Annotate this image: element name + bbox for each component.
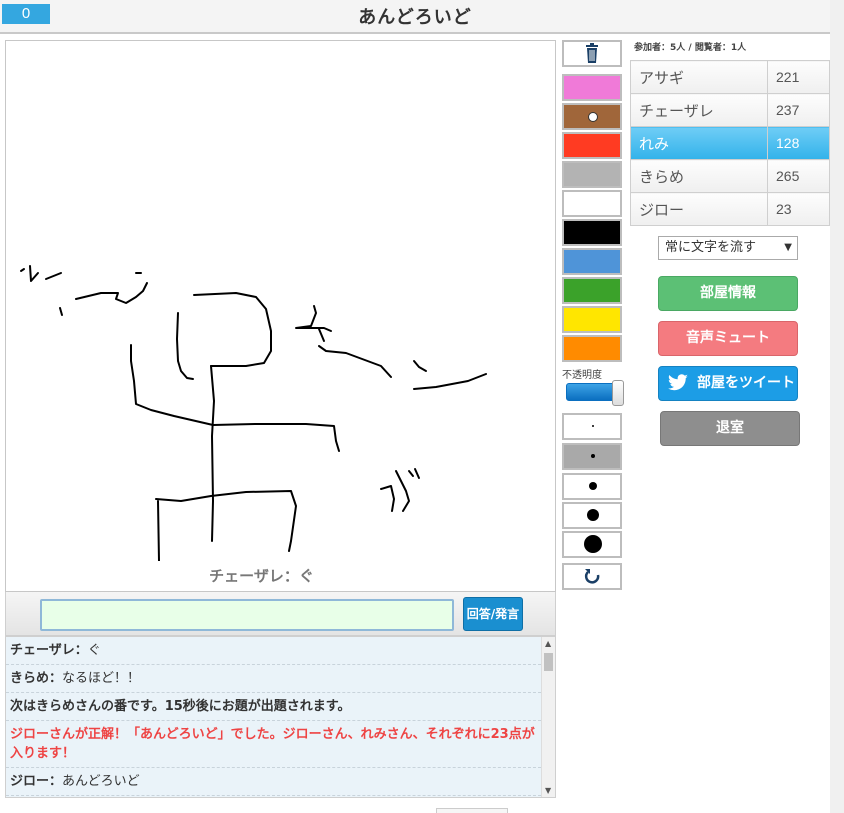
twitter-bird-icon bbox=[668, 374, 688, 391]
color-swatch-white[interactable] bbox=[562, 190, 622, 217]
scroll-thumb[interactable] bbox=[544, 653, 553, 671]
header-bar: 0 あんどろいど bbox=[0, 0, 830, 34]
room-info-button[interactable]: 部屋情報 bbox=[658, 276, 798, 311]
selected-indicator bbox=[588, 112, 598, 122]
player-row: きらめ 265 bbox=[630, 159, 830, 193]
player-panel: 参加者：5人 / 閲覧者：1人 アサギ 221 チェーザレ 237 れみ 128… bbox=[630, 40, 830, 226]
page-margin bbox=[830, 0, 844, 813]
color-swatch-gray[interactable] bbox=[562, 161, 622, 188]
clear-canvas-button[interactable] bbox=[562, 40, 622, 67]
text-flow-value: 常に文字を流す bbox=[665, 240, 757, 255]
player-score: 23 bbox=[767, 192, 830, 226]
player-score: 237 bbox=[767, 93, 830, 127]
audio-mute-button[interactable]: 音声ミュート bbox=[658, 321, 798, 356]
chat-message: なるほど！！ bbox=[62, 671, 141, 686]
color-swatch-yellow[interactable] bbox=[562, 306, 622, 333]
scroll-down-icon[interactable]: ▼ bbox=[545, 786, 551, 795]
brush-size-m[interactable] bbox=[562, 473, 622, 500]
chat-line: ジロー：あんどろいど bbox=[6, 768, 541, 796]
color-swatch-black[interactable] bbox=[562, 219, 622, 246]
player-row: チェーザレ 237 bbox=[630, 93, 830, 127]
drawer-caption: チェーザレ：ぐ bbox=[209, 567, 314, 585]
color-swatch-pink[interactable] bbox=[562, 74, 622, 101]
player-row: アサギ 221 bbox=[630, 60, 830, 94]
chat-sender: ジロー： bbox=[10, 774, 63, 789]
opacity-label: 不透明度 bbox=[562, 370, 602, 381]
color-swatch-orange[interactable] bbox=[562, 335, 622, 362]
answer-submit-button[interactable]: 回答/発言 bbox=[463, 597, 523, 631]
answer-input[interactable] bbox=[40, 599, 454, 631]
scoreboard: アサギ 221 チェーザレ 237 れみ 128 きらめ 265 ジロー 23 bbox=[630, 60, 830, 226]
chat-line: きらめ：なるほど！！ bbox=[6, 665, 541, 693]
page-title: あんどろいど bbox=[358, 7, 472, 28]
player-score: 221 bbox=[767, 60, 830, 94]
chat-log[interactable]: チェーザレ：ぐ きらめ：なるほど！！ 次はきらめさんの番です。15秒後にお題が出… bbox=[5, 636, 556, 798]
player-row: ジロー 23 bbox=[630, 192, 830, 226]
chevron-down-icon: ▼ bbox=[784, 242, 792, 253]
chat-message: ぐ bbox=[87, 643, 101, 658]
tweet-room-button[interactable]: 部屋をツイート bbox=[658, 366, 798, 401]
drawing-canvas[interactable]: チェーザレ：ぐ bbox=[5, 40, 556, 592]
chat-message: あんどろいど bbox=[62, 774, 140, 789]
color-swatch-green[interactable] bbox=[562, 277, 622, 304]
brush-size-xl[interactable] bbox=[562, 531, 622, 558]
brush-size-l[interactable] bbox=[562, 502, 622, 529]
player-score: 265 bbox=[767, 159, 830, 193]
color-swatch-brown[interactable] bbox=[562, 103, 622, 130]
chat-sender: きらめ： bbox=[10, 671, 63, 686]
player-name: ジロー bbox=[630, 192, 768, 226]
chat-correct-message: ジローさんが正解！「あんどろいど」でした。ジローさん、れみさん、それぞれに23点… bbox=[6, 721, 541, 768]
bottom-tab[interactable] bbox=[436, 808, 508, 813]
text-flow-select[interactable]: 常に文字を流す ▼ bbox=[658, 236, 798, 260]
chat-system-message: 次はきらめさんの番です。15秒後にお題が出題されます。 bbox=[6, 693, 541, 721]
tweet-room-label: 部屋をツイート bbox=[697, 375, 795, 391]
chat-scrollbar[interactable]: ▲ ▼ bbox=[541, 637, 555, 797]
chat-sender: チェーザレ： bbox=[10, 643, 88, 658]
trash-icon bbox=[586, 43, 598, 63]
leave-room-button[interactable]: 退室 bbox=[660, 411, 800, 446]
participant-count: 参加者：5人 / 閲覧者：1人 bbox=[634, 43, 747, 53]
player-row-active: れみ 128 bbox=[630, 126, 830, 160]
scroll-up-icon[interactable]: ▲ bbox=[545, 639, 551, 648]
undo-button[interactable] bbox=[562, 563, 622, 590]
brush-size-xs[interactable] bbox=[562, 413, 622, 440]
player-name: きらめ bbox=[630, 159, 768, 193]
color-swatch-blue[interactable] bbox=[562, 248, 622, 275]
player-name: アサギ bbox=[630, 60, 768, 94]
player-name: チェーザレ bbox=[630, 93, 768, 127]
color-swatch-red[interactable] bbox=[562, 132, 622, 159]
chat-line: チェーザレ：ぐ bbox=[6, 637, 541, 665]
player-name: れみ bbox=[630, 126, 768, 160]
brush-size-s[interactable] bbox=[562, 443, 622, 470]
answer-bar: 回答/発言 bbox=[5, 592, 556, 636]
opacity-slider-handle[interactable] bbox=[612, 380, 624, 406]
undo-icon bbox=[584, 569, 600, 584]
player-score: 128 bbox=[767, 126, 830, 160]
drawing-strokes bbox=[20, 265, 487, 561]
